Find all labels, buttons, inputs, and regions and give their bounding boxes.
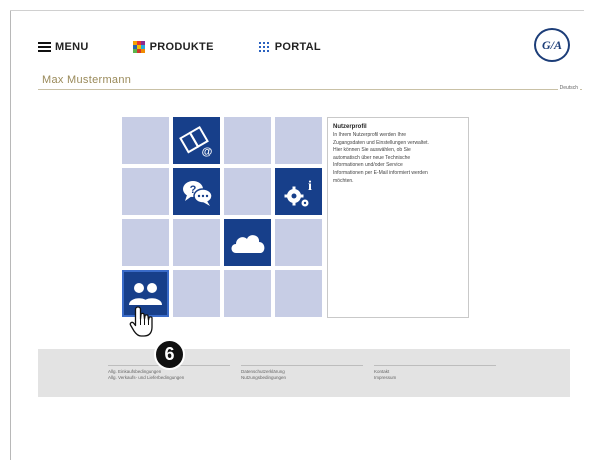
settings-info-icon: i [284,179,312,206]
user-divider [38,89,582,90]
tile-empty [224,117,271,164]
language-selector[interactable]: Deutsch [557,85,580,91]
tile-empty [173,219,220,266]
footer-link-impressum[interactable]: Impressum [374,375,496,381]
info-panel: Nutzerprofil In Ihrem Nutzerprofil werde… [327,117,469,318]
hamburger-icon [38,42,51,52]
hand-cursor-icon [129,306,153,337]
footer-rule [241,365,363,366]
tile-empty [122,168,169,215]
footer-link-verkauf[interactable]: Allg. Verkaufs- und Lieferbedingungen [108,375,230,381]
footer-link-nutzung[interactable]: Nutzungsbedingungen [241,375,363,381]
produkte-button[interactable]: PRODUKTE [132,41,214,53]
chat-help-icon: ? [182,180,213,206]
svg-text:@: @ [201,146,212,158]
info-line: Hier können Sie auswählen, ob Sie [333,147,411,154]
top-nav: MENU PRODUKTE PORTAL [38,41,365,53]
logo-text: G/A [541,37,562,52]
tile-chat-help[interactable]: ? [173,168,220,215]
footer-col-contact: Kontakt Impressum [374,365,496,381]
tile-manual-email[interactable]: @ [173,117,220,164]
produkte-label: PRODUKTE [149,41,214,53]
info-text: In Ihrem Nutzerprofil werden Ihre Zugang… [333,132,463,185]
tile-empty [122,117,169,164]
step-badge: 6 [154,339,185,370]
info-line: Informationen per E-Mail informiert werd… [333,169,428,176]
portal-button[interactable]: PORTAL [257,41,321,53]
footer-rule [374,365,496,366]
info-line: Zugangsdaten und Einstellungen verwaltet… [333,139,429,146]
tile-grid: @ ? i [122,117,322,317]
tile-empty [275,117,322,164]
gfa-logo[interactable]: G/A [534,28,570,62]
info-title: Nutzerprofil [333,124,367,130]
menu-label: MENU [55,41,89,53]
page-frame-left [10,10,11,460]
tile-cloud[interactable] [224,219,271,266]
portal-grid-icon [257,41,270,53]
tile-empty [224,168,271,215]
cloud-icon [231,234,264,253]
page-frame-top [10,10,584,11]
tile-empty [275,270,322,317]
tile-empty [275,219,322,266]
user-profile-icon [128,282,162,305]
info-line: In Ihrem Nutzerprofil werden Ihre [333,132,407,138]
info-line: Informationen und/oder Service [333,162,403,169]
manual-email-icon: @ [178,125,212,158]
tile-empty [122,219,169,266]
tile-empty [173,270,220,317]
username: Max Mustermann [42,74,132,86]
footer: Allg. Einkaufsbedingungen Allg. Verkaufs… [38,349,570,397]
info-line: automatisch über neue Technische [333,154,411,161]
tile-settings-info[interactable]: i [275,168,322,215]
tile-empty [224,270,271,317]
menu-button[interactable]: MENU [38,41,89,53]
svg-text:i: i [308,179,312,194]
info-line: möchten. [333,177,354,184]
produkte-grid-icon [132,41,145,53]
footer-col-privacy: Datenschutzerklärung Nutzungsbedingungen [241,365,363,381]
portal-label: PORTAL [274,41,321,53]
